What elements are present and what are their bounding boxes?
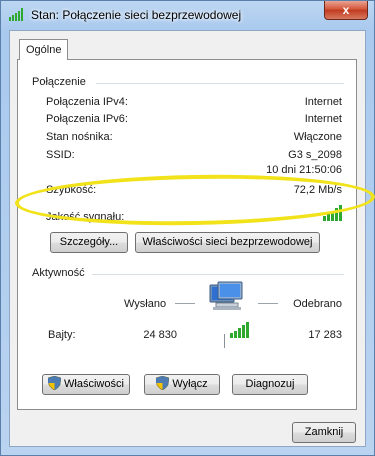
tab-general[interactable]: Ogólne <box>19 39 69 60</box>
connection-group-label: Połączenie <box>32 76 86 88</box>
network-computers-icon <box>209 281 243 310</box>
diagnose-button[interactable]: Diagnozuj <box>232 374 308 395</box>
ipv4-value: Internet <box>304 96 342 108</box>
bytes-label: Bajty: <box>48 329 76 341</box>
properties-button-label: Właściwości <box>64 378 124 390</box>
activity-signal-icon <box>230 322 249 338</box>
details-button[interactable]: Szczegóły... <box>50 232 128 253</box>
ipv6-label: Połączenia IPv6: <box>46 113 128 125</box>
disable-button-label: Wyłącz <box>172 378 208 390</box>
uac-shield-icon <box>156 376 170 390</box>
ipv4-label: Połączenia IPv4: <box>46 96 128 108</box>
sent-line <box>175 303 195 304</box>
ssid-value: G3 s_2098 <box>288 149 342 161</box>
media-state-label: Stan nośnika: <box>46 131 113 143</box>
close-icon[interactable]: x <box>324 1 368 20</box>
status-window: Stan: Połączenie sieci bezprzewodowej x … <box>0 0 375 456</box>
window-title: Stan: Połączenie sieci bezprzewodowej <box>31 8 242 22</box>
uac-shield-icon <box>48 376 62 390</box>
bytes-received-value: 17 283 <box>308 329 342 341</box>
bytes-separator <box>224 334 225 348</box>
close-button[interactable]: Zamknij <box>292 422 356 443</box>
ipv6-value: Internet <box>304 113 342 125</box>
bytes-sent-value: 24 830 <box>143 329 177 341</box>
disable-button[interactable]: Wyłącz <box>144 374 220 395</box>
media-state-value: Włączone <box>293 131 342 143</box>
tab-panel: Połączenie Połączenia IPv4: Internet Poł… <box>17 59 357 410</box>
dialog-client: Ogólne Połączenie Połączenia IPv4: Inter… <box>9 30 366 447</box>
title-bar[interactable]: Stan: Połączenie sieci bezprzewodowej x <box>1 1 374 29</box>
divider <box>92 274 344 275</box>
received-label: Odebrano <box>293 298 342 310</box>
ssid-label: SSID: <box>46 149 75 161</box>
wireless-properties-button[interactable]: Właściwości sieci bezprzewodowej <box>135 232 320 253</box>
properties-button[interactable]: Właściwości <box>42 374 130 395</box>
received-line <box>258 303 278 304</box>
activity-group-label: Aktywność <box>32 267 85 279</box>
sent-label: Wysłano <box>124 298 167 310</box>
duration-value: 10 dni 21:50:06 <box>266 164 342 176</box>
signal-icon <box>9 8 23 21</box>
divider <box>96 83 344 84</box>
